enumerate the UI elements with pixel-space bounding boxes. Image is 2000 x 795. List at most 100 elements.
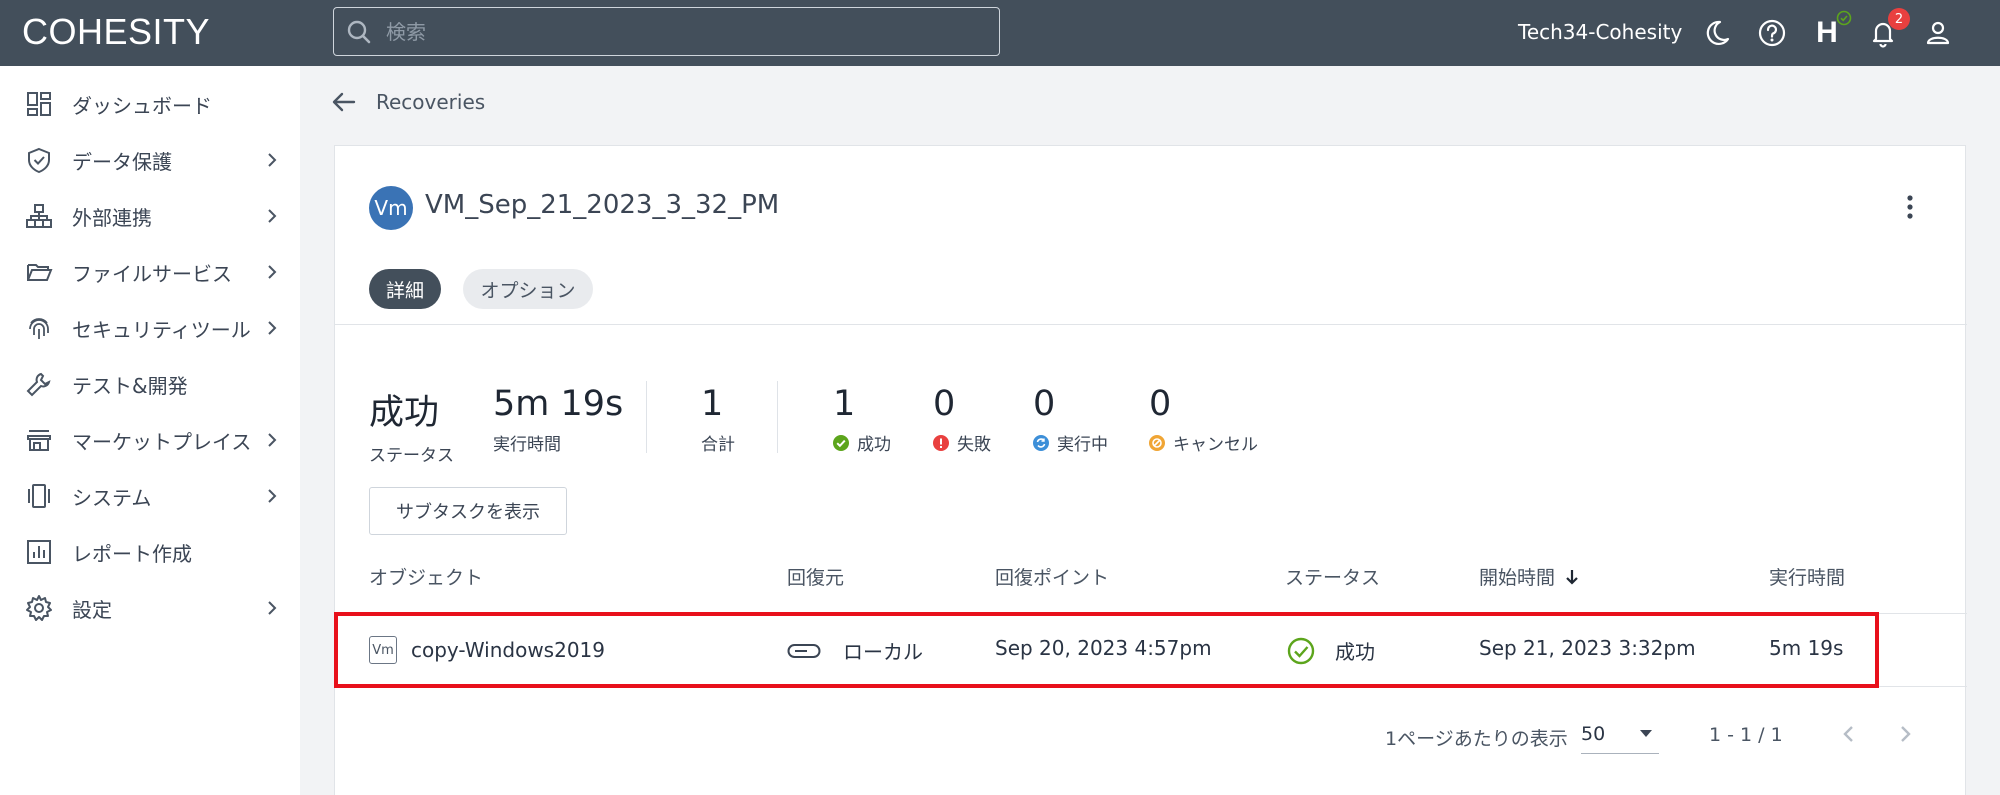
- device-icon: [24, 481, 54, 511]
- sidebar-item-label: データ保護: [72, 149, 172, 174]
- sidebar-item-security-tools[interactable]: セキュリティツール: [0, 303, 300, 353]
- column-header-source[interactable]: 回復元: [787, 563, 844, 590]
- sidebar-item-label: テスト&開発: [72, 373, 188, 398]
- search-input[interactable]: [386, 19, 966, 44]
- hierarchy-icon: [24, 201, 54, 231]
- vm-avatar: Vm: [369, 186, 413, 230]
- stat-success-label: 成功: [857, 435, 891, 455]
- sidebar-item-label: レポート作成: [72, 541, 192, 566]
- gear-icon: [24, 593, 54, 623]
- page-title: VM_Sep_21_2023_3_32_PM: [425, 190, 780, 220]
- back-arrow-icon[interactable]: [330, 88, 358, 116]
- column-header-status[interactable]: ステータス: [1285, 563, 1380, 590]
- stat-duration-label: 実行時間: [493, 435, 561, 455]
- stat-canceled: 0 キャンセル: [1149, 384, 1258, 455]
- cell-recovery-point: Sep 20, 2023 4:57pm: [995, 636, 1212, 660]
- stat-divider: [646, 381, 647, 453]
- folder-icon: [24, 257, 54, 287]
- more-options-button[interactable]: [1895, 190, 1925, 224]
- sidebar-item-file-services[interactable]: ファイルサービス: [0, 247, 300, 297]
- table-row[interactable]: Vm copy-Windows2019 ローカル Sep 20, 2023 4:…: [335, 614, 1967, 684]
- sidebar-item-marketplace[interactable]: マーケットプレイス: [0, 415, 300, 465]
- cell-duration: 5m 19s: [1769, 636, 1844, 660]
- sidebar-item-dashboard[interactable]: ダッシュボード: [0, 79, 300, 129]
- column-header-recovery-point[interactable]: 回復ポイント: [995, 563, 1109, 590]
- chevron-right-icon: [268, 153, 277, 167]
- canceled-icon: [1149, 434, 1165, 451]
- object-name-link[interactable]: copy-Windows2019: [411, 638, 605, 662]
- stat-total-label: 合計: [701, 435, 735, 455]
- stat-failed-value: 0: [933, 384, 956, 424]
- sidebar-item-system[interactable]: システム: [0, 471, 300, 521]
- sidebar-item-label: ダッシュボード: [72, 93, 212, 118]
- next-page-icon[interactable]: [1893, 722, 1917, 746]
- cohesity-logo[interactable]: COHESITY: [22, 11, 227, 51]
- sidebar-item-external[interactable]: 外部連携: [0, 191, 300, 241]
- svg-text:COHESITY: COHESITY: [22, 11, 210, 51]
- stat-status: 成功 ステータス: [369, 384, 454, 466]
- local-storage-icon: [787, 643, 821, 658]
- per-page-select[interactable]: 50: [1581, 714, 1659, 754]
- sidebar-item-data-protection[interactable]: データ保護: [0, 135, 300, 185]
- success-check-icon: [1287, 637, 1315, 664]
- stat-canceled-label: キャンセル: [1173, 435, 1258, 455]
- breadcrumb: Recoveries: [330, 88, 485, 116]
- cell-object: Vm copy-Windows2019: [369, 636, 605, 664]
- header-divider: [335, 324, 1967, 325]
- stat-status-value: 成功: [369, 393, 440, 433]
- show-subtasks-button[interactable]: サブタスクを表示: [369, 487, 567, 535]
- stat-failed-label: 失敗: [957, 435, 991, 455]
- column-header-start-time[interactable]: 開始時間: [1479, 563, 1581, 590]
- column-header-object[interactable]: オブジェクト: [369, 563, 483, 590]
- stat-status-label: ステータス: [369, 446, 454, 466]
- sort-desc-icon: [1566, 569, 1578, 585]
- sidebar: ダッシュボード データ保護 外部連携 ファイルサービス セキュリティツール テス…: [0, 66, 300, 795]
- sidebar-item-label: 設定: [72, 597, 112, 622]
- stat-total-value: 1: [701, 384, 724, 424]
- source-label: ローカル: [843, 640, 923, 664]
- shield-icon: [24, 145, 54, 175]
- chevron-right-icon: [268, 265, 277, 279]
- column-header-start-time-label: 開始時間: [1479, 567, 1556, 589]
- page-range: 1 - 1 / 1: [1709, 724, 1783, 746]
- connected-check-icon: [1836, 10, 1852, 26]
- fingerprint-icon: [24, 313, 54, 343]
- chevron-right-icon: [268, 209, 277, 223]
- table-divider: [335, 686, 1967, 687]
- user-icon[interactable]: [1921, 16, 1955, 50]
- tab-details[interactable]: 詳細: [369, 269, 441, 309]
- stat-duration: 5m 19s 実行時間: [493, 384, 623, 455]
- report-icon: [24, 537, 54, 567]
- chevron-right-icon: [268, 601, 277, 615]
- tab-options[interactable]: オプション: [463, 269, 593, 309]
- sidebar-item-label: ファイルサービス: [72, 261, 232, 286]
- cell-source: ローカル: [787, 636, 923, 665]
- stat-total: 1 合計: [701, 384, 735, 455]
- chevron-right-icon: [268, 489, 277, 503]
- prev-page-icon[interactable]: [1837, 722, 1861, 746]
- chevron-right-icon: [268, 321, 277, 335]
- sidebar-item-label: セキュリティツール: [72, 317, 251, 342]
- moon-icon[interactable]: [1700, 16, 1734, 50]
- cell-status: 成功: [1287, 636, 1375, 665]
- stat-divider: [777, 381, 778, 453]
- success-icon: [833, 434, 849, 451]
- sidebar-item-settings[interactable]: 設定: [0, 583, 300, 633]
- stat-running-value: 0: [1033, 384, 1056, 424]
- recovery-detail-card: Vm VM_Sep_21_2023_3_32_PM 詳細 オプション 成功 ステ…: [334, 145, 1967, 795]
- sidebar-item-test-dev[interactable]: テスト&開発: [0, 359, 300, 409]
- status-label: 成功: [1335, 640, 1375, 664]
- stat-success-value: 1: [833, 384, 856, 424]
- sidebar-item-reports[interactable]: レポート作成: [0, 527, 300, 577]
- help-icon[interactable]: [1755, 16, 1789, 50]
- notification-badge: 2: [1888, 8, 1910, 30]
- cell-start-time: Sep 21, 2023 3:32pm: [1479, 636, 1696, 660]
- search-box[interactable]: [333, 7, 1000, 56]
- tenant-name[interactable]: Tech34-Cohesity: [1518, 20, 1682, 44]
- breadcrumb-link-recoveries[interactable]: Recoveries: [376, 90, 485, 114]
- kebab-icon: [1907, 195, 1913, 219]
- vm-object-icon: Vm: [369, 636, 397, 664]
- column-header-duration[interactable]: 実行時間: [1769, 563, 1845, 590]
- store-icon: [24, 425, 54, 455]
- stat-canceled-row: キャンセル: [1149, 430, 1258, 455]
